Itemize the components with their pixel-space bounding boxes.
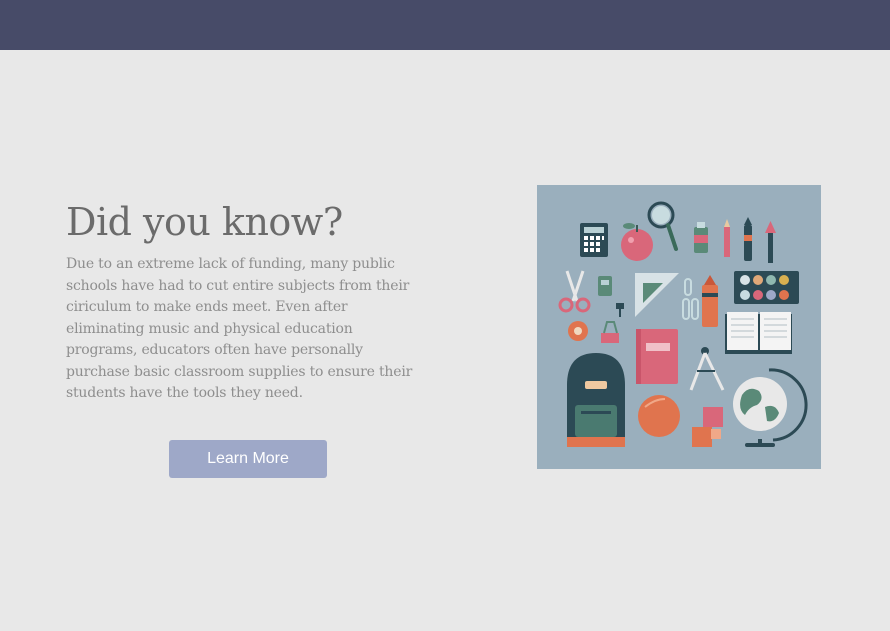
brush-icon [765, 221, 776, 263]
ball-icon [638, 395, 680, 437]
calculator-icon [580, 223, 608, 257]
page-heading: Did you know? [66, 200, 343, 244]
school-supplies-illustration [537, 185, 821, 469]
sharpener-icon [598, 276, 612, 296]
top-navigation-bar [0, 0, 890, 50]
intro-paragraph: Due to an extreme lack of funding, many … [66, 256, 413, 401]
magnifier-icon [647, 201, 678, 251]
open-book-icon [725, 312, 792, 354]
backpack-icon [567, 353, 625, 447]
globe-icon [733, 368, 808, 447]
notebook-icon [636, 329, 678, 384]
main-content: Did you know? Due to an extreme lack of … [0, 50, 890, 631]
set-square-icon [635, 273, 679, 317]
paperclip-icon [682, 278, 699, 320]
compass-icon [689, 347, 725, 391]
glue-icon [694, 222, 708, 253]
paint-palette-icon [734, 271, 799, 304]
pencil-icon [724, 219, 730, 257]
marker-icon [744, 217, 752, 261]
binder-clip-icon [601, 321, 619, 343]
tape-icon [568, 321, 588, 341]
push-pin-icon [616, 303, 624, 317]
learn-more-button[interactable]: Learn More [169, 440, 327, 478]
scissors-icon [558, 270, 591, 313]
highlighter-icon [702, 275, 718, 327]
sticky-notes-icon [692, 407, 723, 447]
apple-icon [621, 223, 653, 261]
